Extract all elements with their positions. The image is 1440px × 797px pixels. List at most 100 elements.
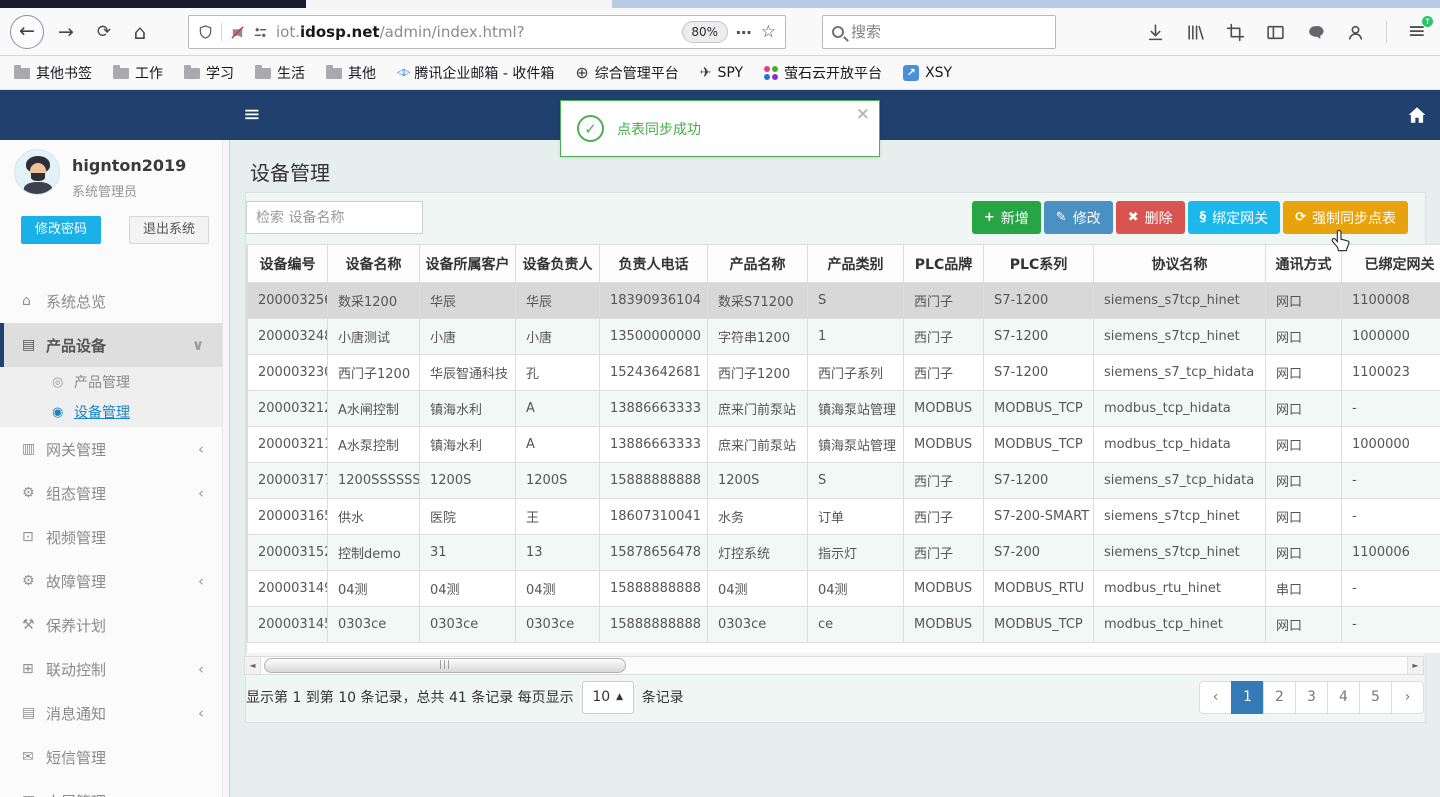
- change-password-button[interactable]: 修改密码: [21, 216, 101, 244]
- horizontal-scrollbar[interactable]: ◄ ||| ►: [244, 656, 1424, 675]
- sidebar-subitem-产品管理[interactable]: ◎ 产品管理: [0, 367, 222, 397]
- url-bar[interactable]: iot.idosp.net/admin/index.html? 80% ⋯ ☆: [188, 15, 786, 49]
- bookmark-item[interactable]: ✈ SPY: [700, 65, 743, 81]
- permissions-icon[interactable]: [253, 25, 268, 40]
- pager-page-5[interactable]: 5: [1359, 680, 1392, 714]
- forward-button[interactable]: →: [52, 18, 80, 46]
- table-row[interactable]: 200003211 A水泵控制 镇海水利 A 13886663333 庶来门前泵站 镇海泵站…: [247, 426, 1440, 463]
- bookmark-item[interactable]: ↗ XSY: [903, 64, 952, 81]
- menu-hamburger-icon[interactable]: ≡ ↑: [1408, 16, 1433, 43]
- sidebar-item-大屏管理[interactable]: ▦大屏管理: [0, 779, 222, 797]
- folder-icon: [14, 65, 30, 79]
- pager-next-button[interactable]: ›: [1391, 680, 1424, 714]
- bookmark-item[interactable]: ◁▷ 腾讯企业邮箱 - 收件箱: [397, 63, 554, 83]
- blocked-permission-icon[interactable]: [230, 25, 245, 40]
- page-size-dropdown[interactable]: 10 ▲: [581, 680, 634, 714]
- bookmark-item[interactable]: ⊕ 综合管理平台: [575, 63, 678, 83]
- sidebar-item-网关管理[interactable]: ▥ 网关管理 ‹: [0, 427, 222, 471]
- toast-close-icon[interactable]: ×: [856, 106, 870, 123]
- sidebar-item-消息通知[interactable]: ▤ 消息通知 ‹: [0, 691, 222, 735]
- cell: 庶来门前泵站: [707, 390, 808, 427]
- sidebar-item-视频管理[interactable]: ⊡ 视频管理: [0, 515, 222, 559]
- bookmark-item[interactable]: 其他书签: [14, 63, 92, 83]
- cross-icon: ✖: [1127, 210, 1139, 225]
- download-icon[interactable]: [1146, 23, 1165, 42]
- sidebar-item-短信管理[interactable]: ✉ 短信管理: [0, 735, 222, 779]
- browser-search-input[interactable]: [851, 23, 1046, 41]
- sidebar-item-故障管理[interactable]: ⚙ 故障管理 ‹: [0, 559, 222, 603]
- avatar[interactable]: [14, 149, 60, 195]
- browser-search-bar[interactable]: [822, 15, 1056, 49]
- bookmark-item[interactable]: 学习: [184, 63, 234, 83]
- bookmark-item[interactable]: 工作: [113, 63, 163, 83]
- column-header[interactable]: 产品类别: [807, 244, 904, 283]
- shield-icon[interactable]: [198, 24, 213, 40]
- bookmark-item[interactable]: 萤石云开放平台: [764, 63, 882, 83]
- zoom-level-badge[interactable]: 80%: [681, 21, 728, 43]
- pocket-chat-icon[interactable]: [1306, 23, 1325, 42]
- app-home-icon[interactable]: [1407, 105, 1427, 125]
- column-header[interactable]: 负责人电话: [599, 244, 708, 283]
- pager-prev-button[interactable]: ‹: [1199, 680, 1232, 714]
- table-row[interactable]: 200003152 控制demo 31 13 15878656478 灯控系统 指示灯 西门子…: [247, 534, 1440, 571]
- 修改-button[interactable]: ✎ 修改: [1043, 201, 1113, 234]
- logout-button[interactable]: 退出系统: [129, 216, 209, 244]
- sidebar-scrollbar[interactable]: [222, 140, 229, 797]
- library-icon[interactable]: [1186, 23, 1205, 42]
- sidebars-icon[interactable]: [1266, 23, 1285, 42]
- url-text[interactable]: iot.idosp.net/admin/index.html?: [276, 23, 525, 41]
- sidebar-item-产品设备[interactable]: ▤ 产品设备 ∨: [0, 323, 222, 367]
- table-row[interactable]: 200003230 西门子1200 华辰智通科技孔 15243642681 西门子120…: [247, 354, 1440, 391]
- cell: 西门子: [903, 534, 984, 571]
- bookmark-item[interactable]: 生活: [255, 63, 305, 83]
- cell: 医院: [419, 498, 516, 535]
- cell: siemens_s7tcp_hinet: [1093, 282, 1266, 319]
- device-search-field[interactable]: [246, 201, 423, 234]
- scroll-right-arrow-icon[interactable]: ►: [1407, 657, 1423, 674]
- back-button[interactable]: ←: [10, 15, 44, 49]
- pager-page-2[interactable]: 2: [1263, 680, 1296, 714]
- column-header[interactable]: 设备名称: [327, 244, 420, 283]
- table-row[interactable]: 200003212 A水闸控制 镇海水利 A 13886663333 庶来门前泵站 镇海泵站…: [247, 390, 1440, 427]
- column-header[interactable]: 产品名称: [707, 244, 808, 283]
- chevron-left-icon: ‹: [198, 440, 204, 458]
- sidebar-item-系统总览[interactable]: ⌂ 系统总览: [0, 279, 222, 323]
- active-tab-strip[interactable]: [0, 0, 306, 8]
- table-row[interactable]: 200003256 数采1200 华辰 华辰 18390936104 数采S71200 S 西…: [247, 282, 1440, 319]
- column-header[interactable]: 设备负责人: [515, 244, 600, 283]
- device-search-input[interactable]: [256, 209, 413, 226]
- sidebar-item-联动控制[interactable]: ⊞ 联动控制 ‹: [0, 647, 222, 691]
- pager-page-1[interactable]: 1: [1231, 680, 1264, 714]
- bookmark-item[interactable]: 其他: [326, 63, 376, 83]
- column-header[interactable]: 已绑定网关: [1341, 244, 1440, 283]
- column-header[interactable]: 设备所属客户: [419, 244, 516, 283]
- cell: 小唐测试: [327, 318, 420, 355]
- column-header[interactable]: PLC系列: [983, 244, 1094, 283]
- home-button[interactable]: ⌂: [126, 18, 154, 46]
- table-row[interactable]: 200003165 供水 医院王 18607310041 水务 订单 西门子 S7-200-S…: [247, 498, 1440, 535]
- scrollbar-thumb[interactable]: |||: [264, 658, 626, 673]
- table-row[interactable]: 200003145 0303ce 0303ce 0303ce 15888888888 03…: [247, 606, 1440, 643]
- sidebar-toggle-icon[interactable]: ≡: [243, 102, 261, 126]
- page-actions-icon[interactable]: ⋯: [736, 23, 753, 42]
- pager-page-3[interactable]: 3: [1295, 680, 1328, 714]
- column-header[interactable]: 协议名称: [1093, 244, 1266, 283]
- table-row[interactable]: 200003149 04测 04测 04测 15888888888 04测 04测 MODBU…: [247, 570, 1440, 607]
- cell: 灯控系统: [707, 534, 808, 571]
- scroll-left-arrow-icon[interactable]: ◄: [245, 657, 261, 674]
- sidebar-subitem-设备管理[interactable]: ◉ 设备管理: [0, 397, 222, 427]
- table-row[interactable]: 200003177 1200SSSSSS 1200S 1200S 15888888888…: [247, 462, 1440, 499]
- account-icon[interactable]: [1346, 23, 1365, 42]
- bookmark-star-icon[interactable]: ☆: [761, 22, 776, 42]
- 绑定网关-button[interactable]: § 绑定网关: [1187, 201, 1281, 234]
- sidebar-item-保养计划[interactable]: ⚒ 保养计划: [0, 603, 222, 647]
- column-header[interactable]: PLC品牌: [903, 244, 984, 283]
- column-header[interactable]: 设备编号: [247, 244, 328, 283]
- screenshot-icon[interactable]: [1226, 23, 1245, 42]
- reload-button[interactable]: ⟳: [90, 18, 118, 46]
- table-row[interactable]: 200003248 小唐测试 小唐 小唐 13500000000 字符串1200 1 西门子 S…: [247, 318, 1440, 355]
- 删除-button[interactable]: ✖ 删除: [1115, 201, 1185, 234]
- 新增-button[interactable]: + 新增: [971, 201, 1041, 234]
- pager-page-4[interactable]: 4: [1327, 680, 1360, 714]
- sidebar-item-组态管理[interactable]: ⚙ 组态管理 ‹: [0, 471, 222, 515]
